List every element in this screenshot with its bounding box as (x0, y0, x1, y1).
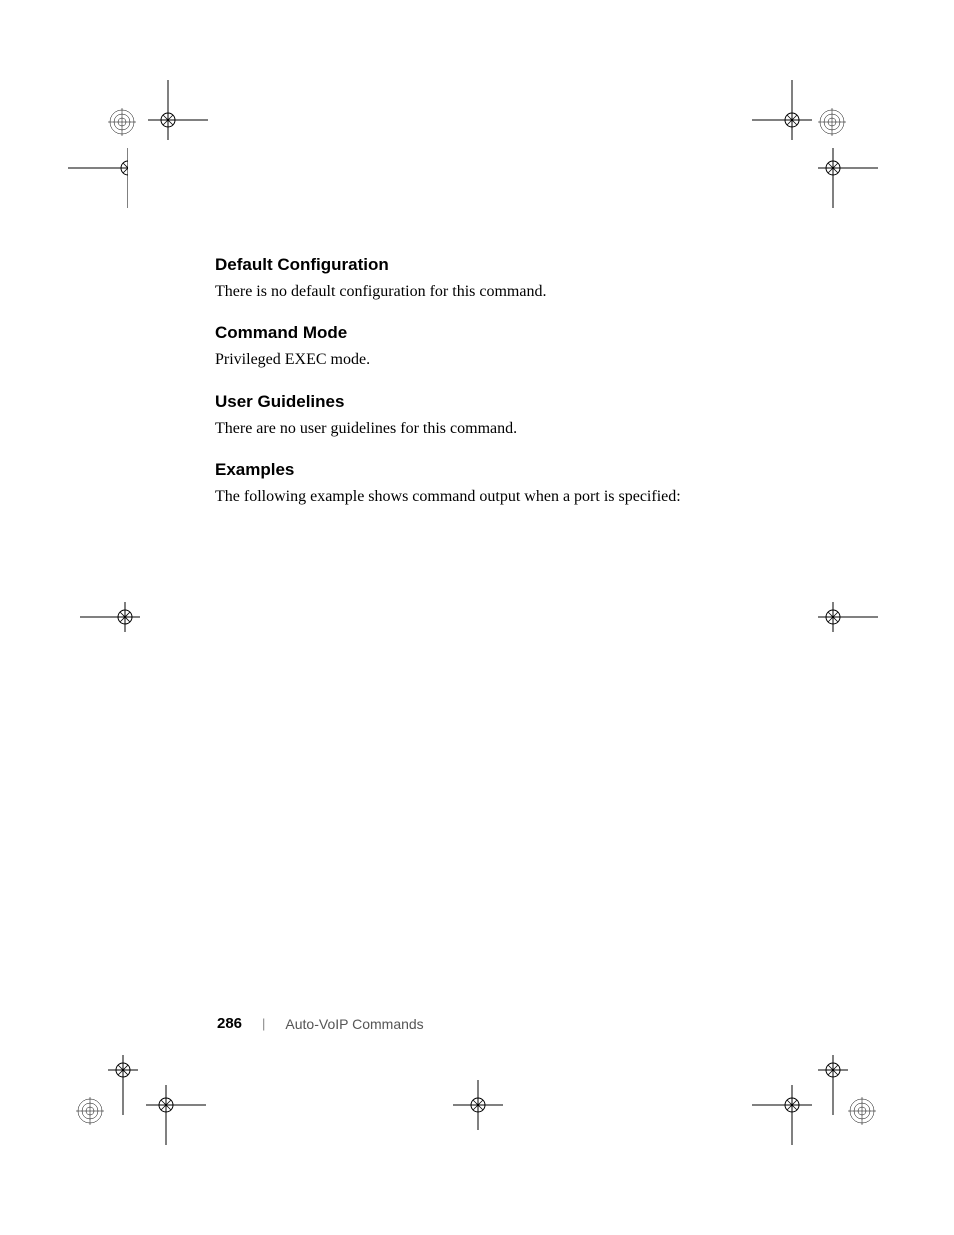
section-command-mode: Command Mode Privileged EXEC mode. (215, 323, 745, 371)
footer-separator: | (262, 1016, 265, 1031)
crop-mark-icon (80, 602, 140, 632)
heading-examples: Examples (215, 460, 745, 480)
crop-mark-icon (146, 1085, 206, 1145)
body-user-guidelines: There are no user guidelines for this co… (215, 418, 745, 440)
section-examples: Examples The following example shows com… (215, 460, 745, 508)
page-content: Default Configuration There is no defaul… (215, 255, 745, 529)
page-number: 286 (217, 1015, 242, 1032)
crop-mark-icon (818, 148, 878, 208)
page-footer: 286 | Auto-VoIP Commands (217, 1015, 424, 1032)
registration-mark-icon (818, 108, 846, 136)
footer-section-title: Auto-VoIP Commands (285, 1016, 423, 1032)
registration-mark-icon (76, 1097, 104, 1125)
heading-command-mode: Command Mode (215, 323, 745, 343)
crop-mark-icon (818, 602, 878, 632)
crop-mark-icon (453, 1080, 503, 1130)
body-default-configuration: There is no default configuration for th… (215, 281, 745, 303)
heading-user-guidelines: User Guidelines (215, 392, 745, 412)
crop-mark-icon (752, 80, 812, 140)
crop-mark-icon (818, 1055, 848, 1115)
crop-mark-icon (108, 1055, 138, 1115)
body-command-mode: Privileged EXEC mode. (215, 349, 745, 371)
crop-mark-icon (68, 148, 128, 208)
crop-mark-icon (752, 1085, 812, 1145)
crop-mark-icon (148, 80, 208, 140)
heading-default-configuration: Default Configuration (215, 255, 745, 275)
body-examples: The following example shows command outp… (215, 486, 745, 508)
section-default-configuration: Default Configuration There is no defaul… (215, 255, 745, 303)
registration-mark-icon (108, 108, 136, 136)
section-user-guidelines: User Guidelines There are no user guidel… (215, 392, 745, 440)
registration-mark-icon (848, 1097, 876, 1125)
